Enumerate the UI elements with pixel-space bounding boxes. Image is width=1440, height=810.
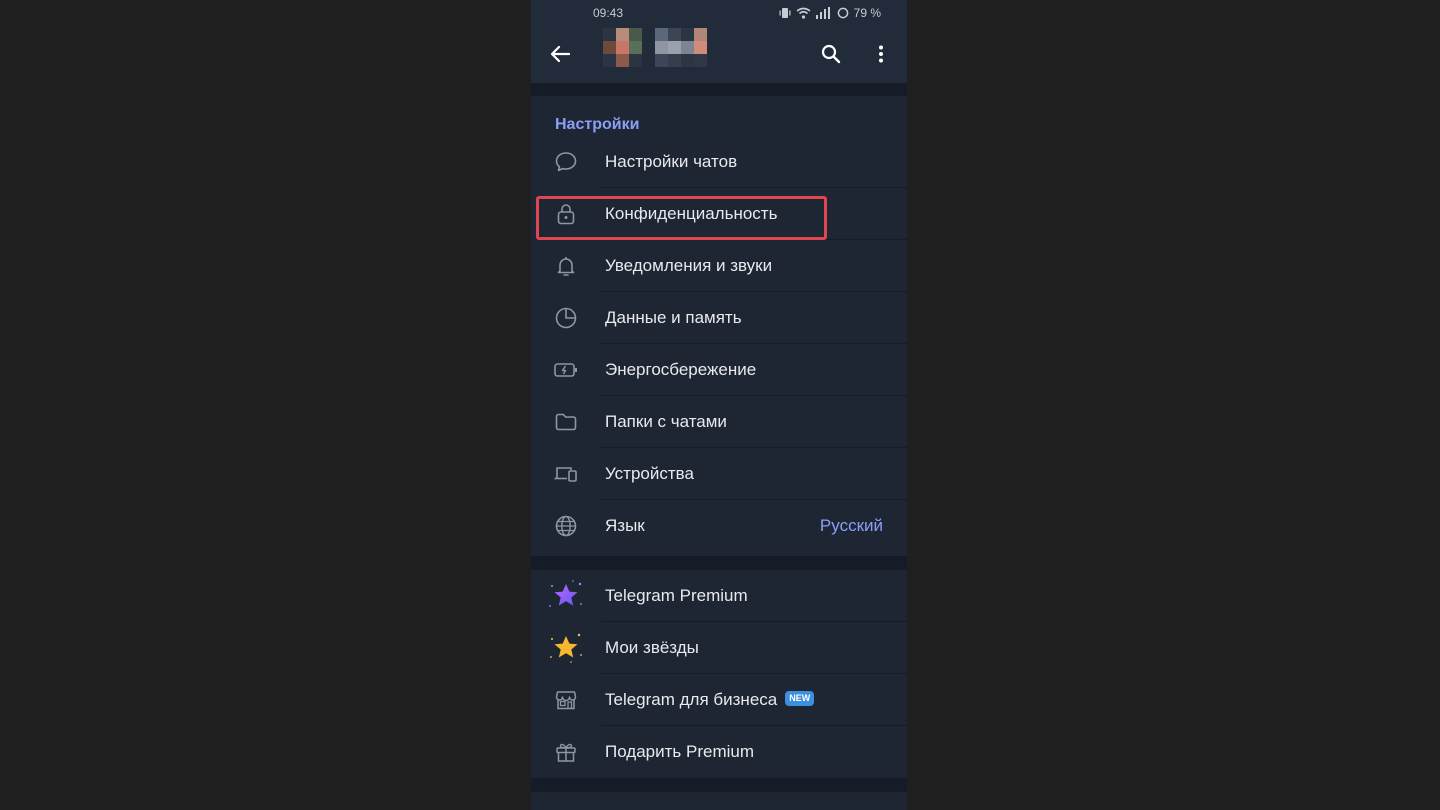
settings-item-label: Настройки чатов <box>605 152 738 171</box>
settings-item-chats[interactable]: Настройки чатов <box>531 136 907 188</box>
premium-star-icon <box>549 580 582 607</box>
settings-item-power[interactable]: Энергосбережение <box>531 344 907 396</box>
vibrate-icon <box>779 8 791 18</box>
battery-icon <box>554 363 577 377</box>
premium-item-label: Мои звёзды <box>605 638 699 657</box>
settings-item-data[interactable]: Данные и память <box>531 292 907 344</box>
search-icon <box>821 44 841 64</box>
premium-item-label: Telegram для бизнеса NEW <box>605 674 815 726</box>
back-button[interactable] <box>545 40 575 68</box>
settings-item-label: Энергосбережение <box>605 360 757 379</box>
phone-screen: 09:43 79 % Настройки Настройки чатов Кон… <box>531 0 907 810</box>
settings-item-label: Устройства <box>605 464 694 483</box>
more-button[interactable] <box>869 40 893 68</box>
lock-icon <box>557 204 575 225</box>
settings-item-notifications[interactable]: Уведомления и звуки <box>531 240 907 292</box>
battery-saver-icon <box>837 7 848 19</box>
settings-item-label: Язык <box>605 516 645 535</box>
chat-bubble-icon <box>555 152 577 172</box>
new-badge: NEW <box>785 691 815 707</box>
arrow-left-icon <box>550 45 570 63</box>
settings-item-label: Данные и память <box>605 308 742 327</box>
more-vertical-icon <box>879 45 883 63</box>
premium-item-gift-premium[interactable]: Подарить Premium <box>531 726 907 778</box>
business-label-text: Telegram для бизнеса <box>605 690 778 709</box>
status-time: 09:43 <box>593 6 624 20</box>
pie-chart-icon <box>555 307 577 329</box>
settings-item-devices[interactable]: Устройства <box>531 448 907 500</box>
shop-icon <box>555 691 577 710</box>
signal-icon <box>815 7 830 19</box>
premium-item-label: Подарить Premium <box>605 742 754 761</box>
devices-icon <box>554 467 577 482</box>
settings-item-label: Конфиденциальность <box>605 204 778 223</box>
settings-item-privacy[interactable]: Конфиденциальность <box>531 188 907 240</box>
next-section <box>531 792 907 810</box>
settings-item-folders[interactable]: Папки с чатами <box>531 396 907 448</box>
profile-name-blurred <box>655 28 720 78</box>
premium-item-label: Telegram Premium <box>605 586 748 605</box>
premium-item-business[interactable]: Telegram для бизнеса NEW <box>531 674 907 726</box>
app-header: 09:43 79 % <box>531 0 907 83</box>
premium-item-telegram-premium[interactable]: Telegram Premium <box>531 570 907 622</box>
settings-item-language[interactable]: Язык Русский <box>531 500 907 552</box>
folder-icon <box>555 413 577 431</box>
premium-item-my-stars[interactable]: Мои звёзды <box>531 622 907 674</box>
settings-section: Настройки Настройки чатов Конфиденциальн… <box>531 96 907 556</box>
language-value: Русский <box>819 516 883 535</box>
section-title: Настройки <box>555 116 640 133</box>
wifi-icon <box>796 7 811 19</box>
status-icons: 79 % <box>779 5 881 21</box>
premium-section: Telegram Premium Мои звёзды Telegram для… <box>531 570 907 778</box>
battery-percent: 79 % <box>853 6 881 20</box>
gift-icon <box>556 743 576 762</box>
search-button[interactable] <box>817 40 845 68</box>
settings-item-label: Уведомления и звуки <box>605 256 773 275</box>
avatar[interactable] <box>603 28 642 78</box>
gold-star-icon <box>550 633 582 663</box>
bell-icon <box>557 257 575 276</box>
globe-icon <box>555 515 577 537</box>
settings-item-label: Папки с чатами <box>605 412 727 431</box>
